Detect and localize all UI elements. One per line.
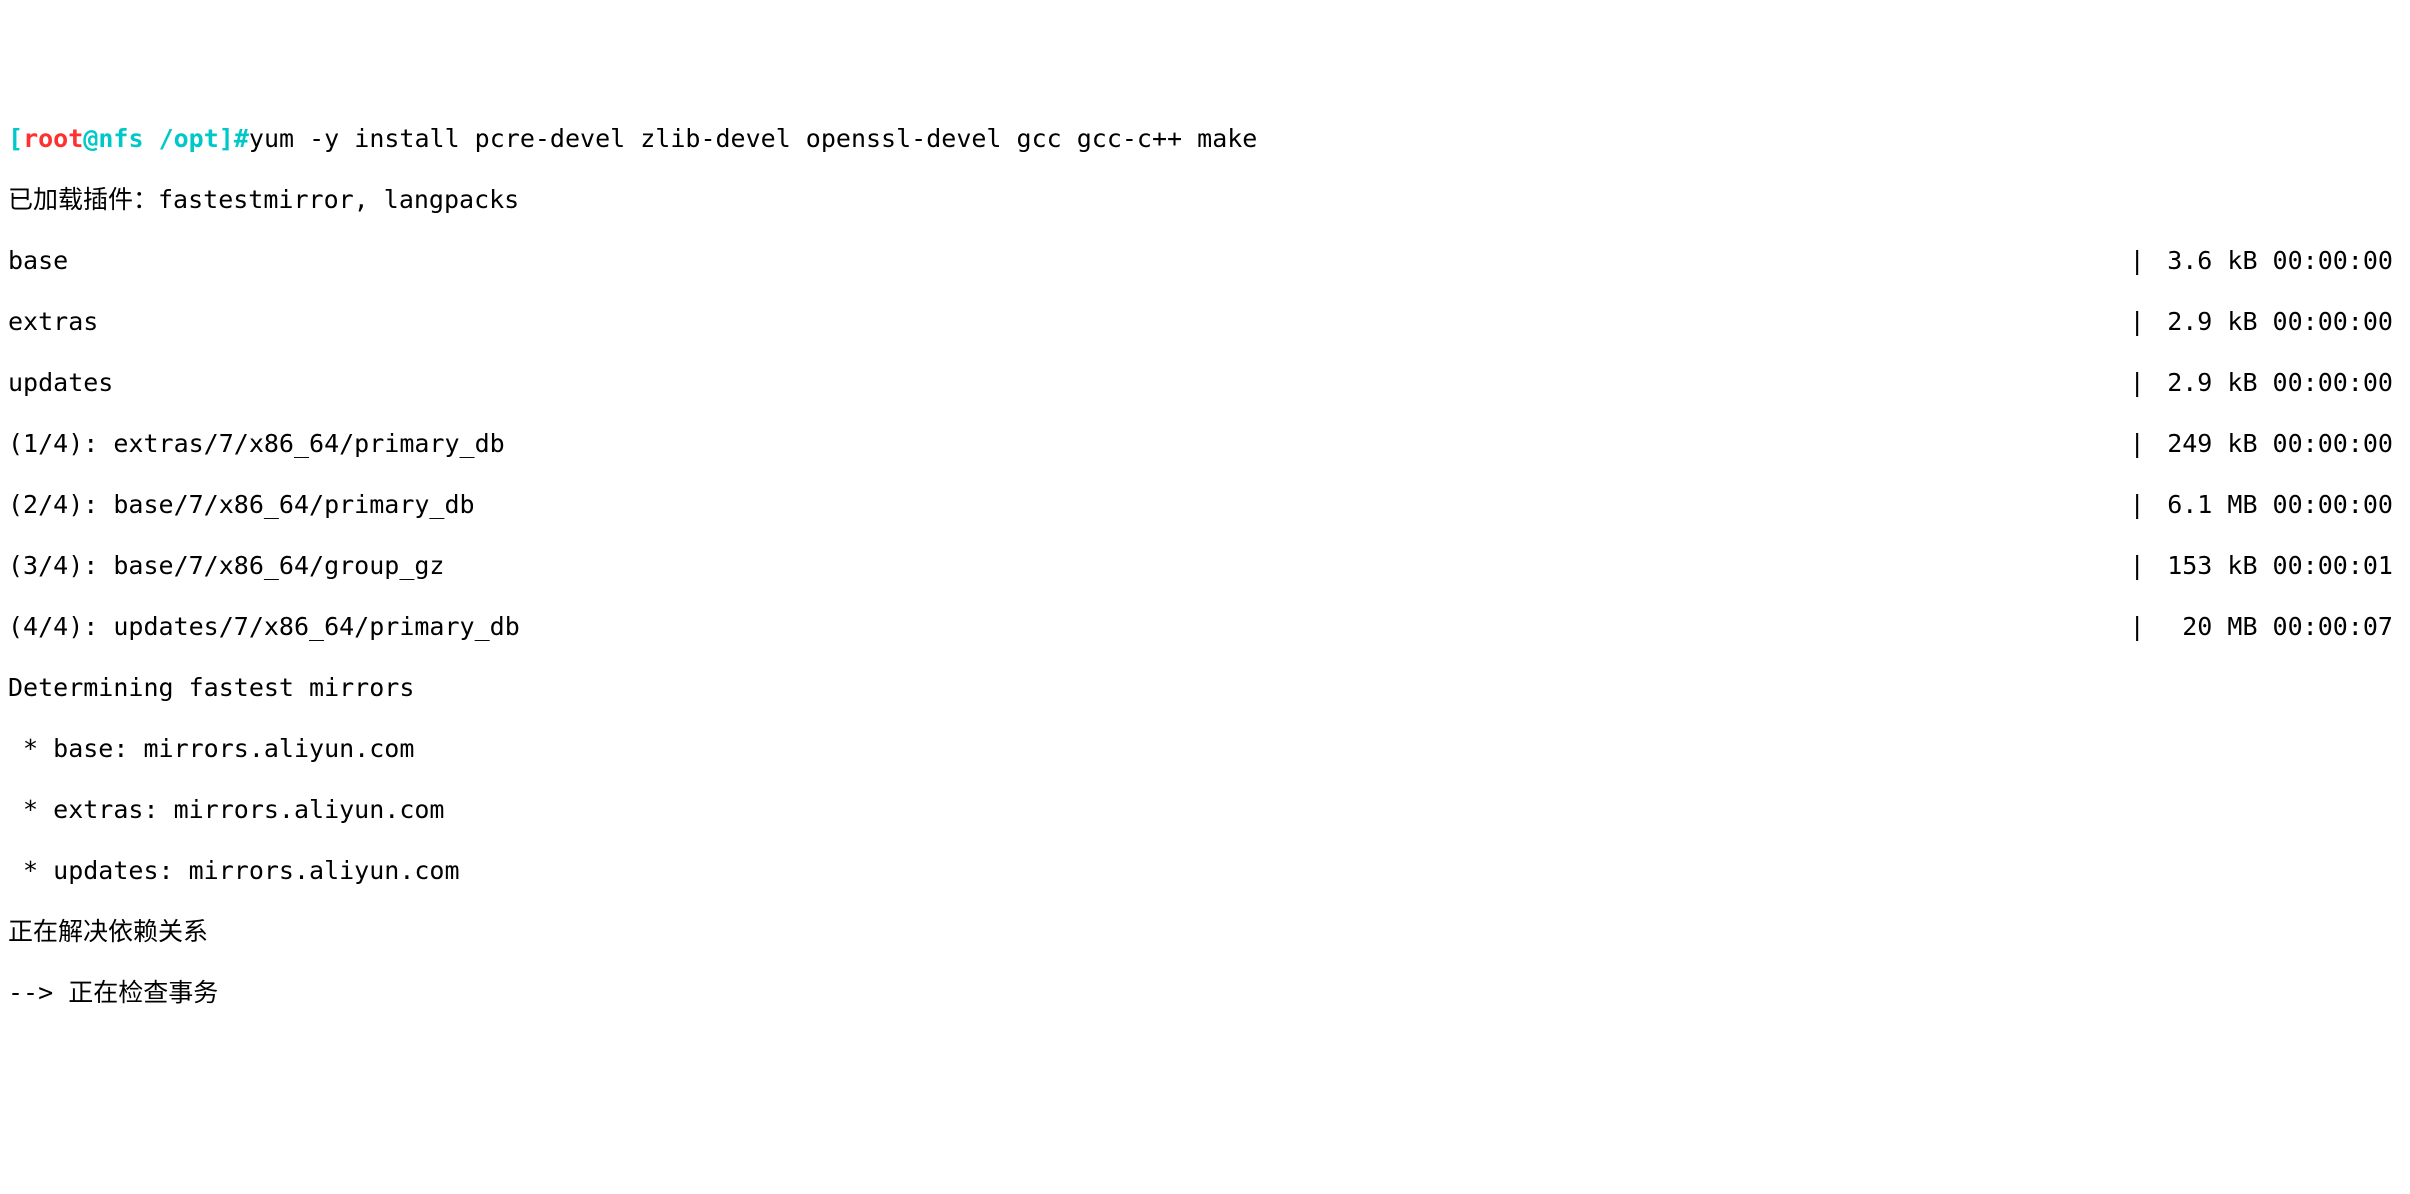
download-right: |2.9 kB00:00:00 bbox=[2122, 307, 2408, 338]
download-size: 2.9 kB bbox=[2152, 368, 2257, 399]
prompt-close-bracket: ] bbox=[219, 124, 234, 153]
download-left: (3/4): base/7/x86_64/group_gz bbox=[8, 551, 445, 582]
checking-line: --> 正在检查事务 bbox=[8, 978, 2408, 1009]
resolving-line: 正在解决依赖关系 bbox=[8, 917, 2408, 948]
command-text: yum -y install pcre-devel zlib-devel ope… bbox=[249, 124, 1257, 153]
prompt-user: root bbox=[23, 124, 83, 153]
download-size: 249 kB bbox=[2152, 429, 2257, 460]
prompt-host: nfs bbox=[98, 124, 143, 153]
download-time: 00:00:00 bbox=[2258, 368, 2409, 399]
download-time: 00:00:00 bbox=[2258, 307, 2409, 338]
download-left: updates bbox=[8, 368, 113, 399]
prompt-hash: # bbox=[234, 124, 249, 153]
download-left: (4/4): updates/7/x86_64/primary_db bbox=[8, 612, 520, 643]
download-row: updates |2.9 kB00:00:00 bbox=[8, 368, 2408, 399]
download-left: (2/4): base/7/x86_64/primary_db bbox=[8, 490, 475, 521]
download-sep: | bbox=[2122, 368, 2152, 397]
download-sep: | bbox=[2122, 429, 2152, 458]
download-time: 00:00:00 bbox=[2258, 490, 2409, 521]
download-row: (4/4): updates/7/x86_64/primary_db | 20 M… bbox=[8, 612, 2408, 643]
download-sep: | bbox=[2122, 490, 2152, 519]
prompt-open-bracket: [ bbox=[8, 124, 23, 153]
download-right: |249 kB00:00:00 bbox=[2122, 429, 2408, 460]
download-right: |3.6 kB00:00:00 bbox=[2122, 246, 2408, 277]
prompt-cwd: /opt bbox=[159, 124, 219, 153]
download-sep: | bbox=[2122, 551, 2152, 580]
download-sep: | bbox=[2122, 246, 2152, 275]
prompt-at: @ bbox=[83, 124, 98, 153]
download-row: (2/4): base/7/x86_64/primary_db |6.1 MB00… bbox=[8, 490, 2408, 521]
download-size: 3.6 kB bbox=[2152, 246, 2257, 277]
determining-line: Determining fastest mirrors bbox=[8, 673, 2408, 704]
download-size: 20 MB bbox=[2152, 612, 2257, 643]
prompt-line: [root@nfs /opt]#yum -y install pcre-deve… bbox=[8, 124, 2408, 155]
download-right: | 20 MB00:00:07 bbox=[2122, 612, 2408, 643]
download-right: |2.9 kB00:00:00 bbox=[2122, 368, 2408, 399]
download-row: (1/4): extras/7/x86_64/primary_db |249 kB… bbox=[8, 429, 2408, 460]
download-time: 00:00:01 bbox=[2258, 551, 2409, 582]
plugins-line: 已加载插件：fastestmirror, langpacks bbox=[8, 185, 2408, 216]
download-right: |6.1 MB00:00:00 bbox=[2122, 490, 2408, 521]
mirror-line: * extras: mirrors.aliyun.com bbox=[8, 795, 2408, 826]
prompt-space bbox=[144, 124, 159, 153]
mirror-line: * updates: mirrors.aliyun.com bbox=[8, 856, 2408, 887]
download-left: (1/4): extras/7/x86_64/primary_db bbox=[8, 429, 505, 460]
download-left: extras bbox=[8, 307, 98, 338]
download-row: base |3.6 kB00:00:00 bbox=[8, 246, 2408, 277]
download-left: base bbox=[8, 246, 68, 277]
download-sep: | bbox=[2122, 612, 2152, 641]
download-sep: | bbox=[2122, 307, 2152, 336]
download-time: 00:00:00 bbox=[2258, 429, 2409, 460]
download-right: |153 kB00:00:01 bbox=[2122, 551, 2408, 582]
download-time: 00:00:00 bbox=[2258, 246, 2409, 277]
download-size: 153 kB bbox=[2152, 551, 2257, 582]
download-size: 6.1 MB bbox=[2152, 490, 2257, 521]
download-size: 2.9 kB bbox=[2152, 307, 2257, 338]
download-row: extras |2.9 kB00:00:00 bbox=[8, 307, 2408, 338]
mirror-line: * base: mirrors.aliyun.com bbox=[8, 734, 2408, 765]
download-row: (3/4): base/7/x86_64/group_gz |153 kB00:0… bbox=[8, 551, 2408, 582]
download-time: 00:00:07 bbox=[2258, 612, 2409, 643]
